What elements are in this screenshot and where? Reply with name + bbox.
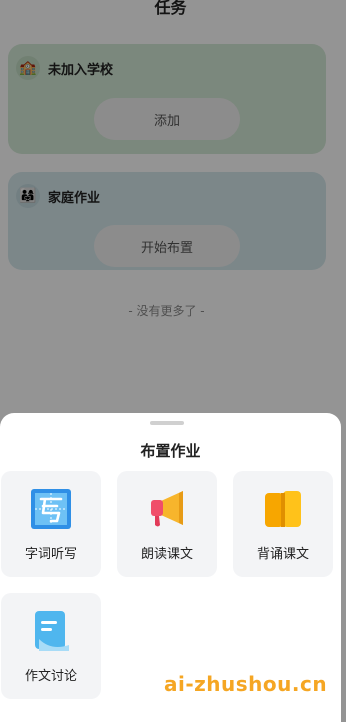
tile-read-aloud-label: 朗读课文 [140,547,193,562]
tile-dictation-label: 字词听写 [24,547,77,562]
tile-recite-label: 背诵课文 [256,547,309,562]
sheet-drag-handle[interactable] [150,421,184,425]
tile-recite[interactable]: 背诵课文 [233,471,333,577]
sheet-title: 布置作业 [140,442,201,460]
dictation-icon [31,489,71,529]
watermark: ai-zhushou.cn [164,672,328,696]
tile-read-aloud[interactable]: 朗读课文 [117,471,217,577]
tile-essay-label: 作文讨论 [24,669,77,684]
tile-essay[interactable]: 作文讨论 [1,593,101,699]
tile-dictation[interactable]: 字词听写 [1,471,101,577]
book-icon [265,491,301,527]
document-icon [35,611,69,651]
megaphone-icon [151,491,183,527]
